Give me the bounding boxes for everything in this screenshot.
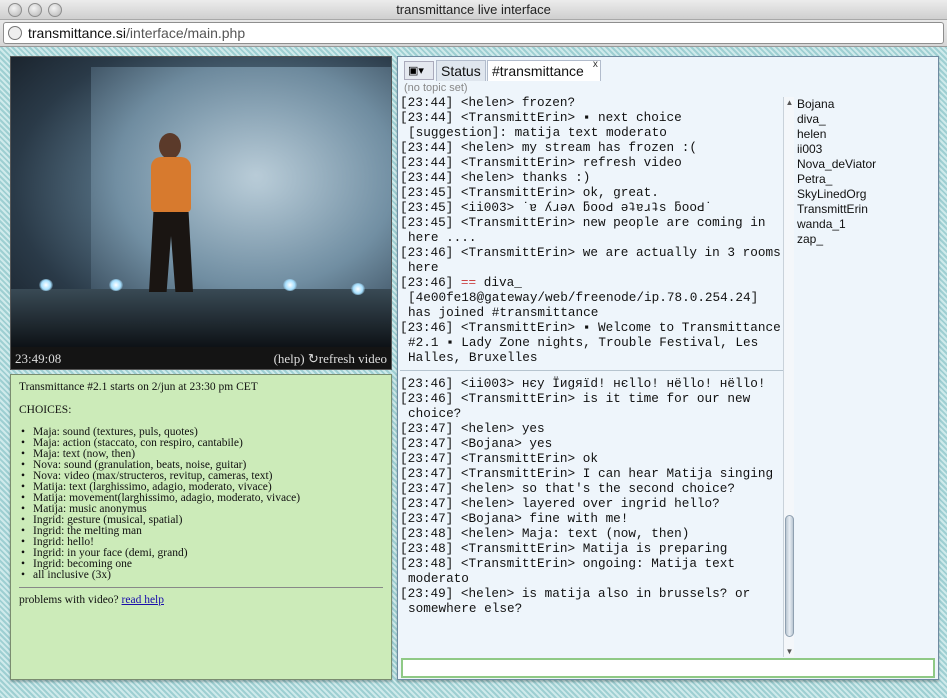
problems-text: problems with video? bbox=[19, 594, 119, 606]
chat-message: [23:44] <TransmittErin> ▪ next choice [s… bbox=[400, 110, 690, 140]
close-tab-icon[interactable]: x bbox=[593, 59, 598, 70]
tab-transmittance-label: #transmittance bbox=[492, 63, 584, 79]
channel-topic: (no topic set) bbox=[404, 82, 468, 94]
video-player[interactable]: 23:49:08 (help) ↻refresh video bbox=[10, 56, 392, 370]
url-domain: transmittance.si bbox=[28, 25, 127, 41]
chat-message: [23:47] <helen> so that's the second cho… bbox=[400, 481, 736, 496]
user-item[interactable]: Petra_ bbox=[797, 172, 935, 187]
user-list: Bojana diva_ helen ii003 Nova_deViator P… bbox=[795, 97, 935, 657]
chat-message: [23:44] <helen> thanks :) bbox=[400, 170, 591, 185]
chat-scrollbar[interactable]: ▲ ▼ bbox=[783, 97, 794, 657]
chat-log: [23:44] <helen> frozen? [23:44] <Transmi… bbox=[400, 95, 783, 659]
user-item[interactable]: Bojana bbox=[797, 97, 935, 112]
join-marker: == bbox=[460, 275, 477, 290]
chat-input[interactable] bbox=[401, 658, 935, 678]
chat-message: [23:45] <ii003> ˙ɐ ʎɹǝʌ ƃooԀ ǝʇɐɹʇs ƃooԀ… bbox=[400, 200, 713, 215]
url-field[interactable]: transmittance.si/interface/main.php bbox=[3, 22, 944, 44]
read-help-link[interactable]: read help bbox=[122, 594, 164, 606]
url-text: transmittance.si/interface/main.php bbox=[28, 25, 245, 41]
chat-message: [23:46] <TransmittErin> is it time for o… bbox=[400, 391, 758, 421]
chat-message: [23:48] <TransmittErin> ongoing: Matija … bbox=[400, 556, 743, 586]
chat-message: [23:49] <helen> is matija also in brusse… bbox=[400, 586, 758, 616]
event-intro: Transmittance #2.1 starts on 2/jun at 23… bbox=[19, 381, 258, 393]
choices-heading: CHOICES: bbox=[19, 404, 72, 416]
join-time: [23:46] bbox=[400, 275, 454, 290]
window-titlebar: transmittance live interface bbox=[0, 0, 947, 20]
chat-message: [23:47] <helen> layered over ingrid hell… bbox=[400, 496, 720, 511]
chat-message: [23:47] <Bojana> yes bbox=[400, 436, 553, 451]
tab-transmittance[interactable]: #transmittance x bbox=[487, 59, 601, 81]
log-separator bbox=[400, 370, 783, 371]
chat-message: [23:47] <helen> yes bbox=[400, 421, 545, 436]
url-path: /interface/main.php bbox=[126, 25, 246, 41]
chat-message: [23:46] <ii003> нєу Їиgяїd! нєllо! нёllо… bbox=[400, 376, 766, 391]
chat-message: [23:44] <helen> my stream has frozen :( bbox=[400, 140, 697, 155]
video-frame bbox=[11, 57, 391, 347]
video-timestamp: 23:49:08 bbox=[15, 351, 62, 366]
window-title: transmittance live interface bbox=[396, 2, 551, 17]
choices-list: Maja: sound (textures, puls, quotes) Maj… bbox=[21, 426, 383, 581]
video-help-note: problems with video? read help bbox=[19, 594, 383, 606]
refresh-icon: ↻ bbox=[307, 351, 319, 366]
divider bbox=[19, 587, 383, 588]
join-message: [23:46] == diva_ [4e00fe18@gateway/web/f… bbox=[400, 275, 783, 320]
tab-status[interactable]: Status bbox=[436, 60, 486, 81]
chat-message: [23:47] <TransmittErin> I can hear Matij… bbox=[400, 466, 774, 481]
chat-message: [23:46] <TransmittErin> we are actually … bbox=[400, 245, 781, 275]
chat-message: [23:44] <helen> frozen? bbox=[400, 95, 576, 110]
chat-message: [23:45] <TransmittErin> ok, great. bbox=[400, 185, 659, 200]
info-panel: Transmittance #2.1 starts on 2/jun at 23… bbox=[10, 374, 392, 680]
site-icon bbox=[8, 26, 22, 40]
scroll-down-icon[interactable]: ▼ bbox=[785, 647, 794, 656]
chat-message: [23:48] <TransmittErin> Matija is prepar… bbox=[400, 541, 728, 556]
chat-message: [23:47] <Bojana> fine with me! bbox=[400, 511, 629, 526]
address-bar: transmittance.si/interface/main.php bbox=[0, 20, 947, 47]
chat-message: [23:45] <TransmittErin> new people are c… bbox=[400, 215, 774, 245]
video-help-link[interactable]: (help) bbox=[274, 351, 305, 366]
user-item[interactable]: ii003 bbox=[797, 142, 935, 157]
user-item[interactable]: SkyLinedOrg bbox=[797, 187, 935, 202]
user-item[interactable]: diva_ bbox=[797, 112, 935, 127]
choice-item: all inclusive (3x) bbox=[21, 569, 383, 581]
user-item[interactable]: TransmittErin bbox=[797, 202, 935, 217]
video-controls: 23:49:08 (help) ↻refresh video bbox=[11, 347, 391, 369]
user-item[interactable]: zap_ bbox=[797, 232, 935, 247]
scroll-up-icon[interactable]: ▲ bbox=[785, 98, 794, 107]
chat-tabs: ▣▾ Status #transmittance x bbox=[402, 59, 932, 81]
chat-message: [23:47] <TransmittErin> ok bbox=[400, 451, 598, 466]
user-item[interactable]: wanda_1 bbox=[797, 217, 935, 232]
user-item[interactable]: Nova_deViator bbox=[797, 157, 935, 172]
user-item[interactable]: helen bbox=[797, 127, 935, 142]
chat-panel: ▣▾ Status #transmittance x (no topic set… bbox=[397, 56, 939, 680]
refresh-video-link[interactable]: refresh video bbox=[319, 351, 387, 366]
welcome-message: [23:46] <TransmittErin> ▪ Welcome to Tra… bbox=[400, 320, 781, 365]
chat-message: [23:48] <helen> Maja: text (now, then) bbox=[400, 526, 690, 541]
chat-message: [23:44] <TransmittErin> refresh video bbox=[400, 155, 682, 170]
irc-menu-icon[interactable]: ▣▾ bbox=[404, 61, 434, 80]
scroll-thumb[interactable] bbox=[785, 515, 794, 637]
